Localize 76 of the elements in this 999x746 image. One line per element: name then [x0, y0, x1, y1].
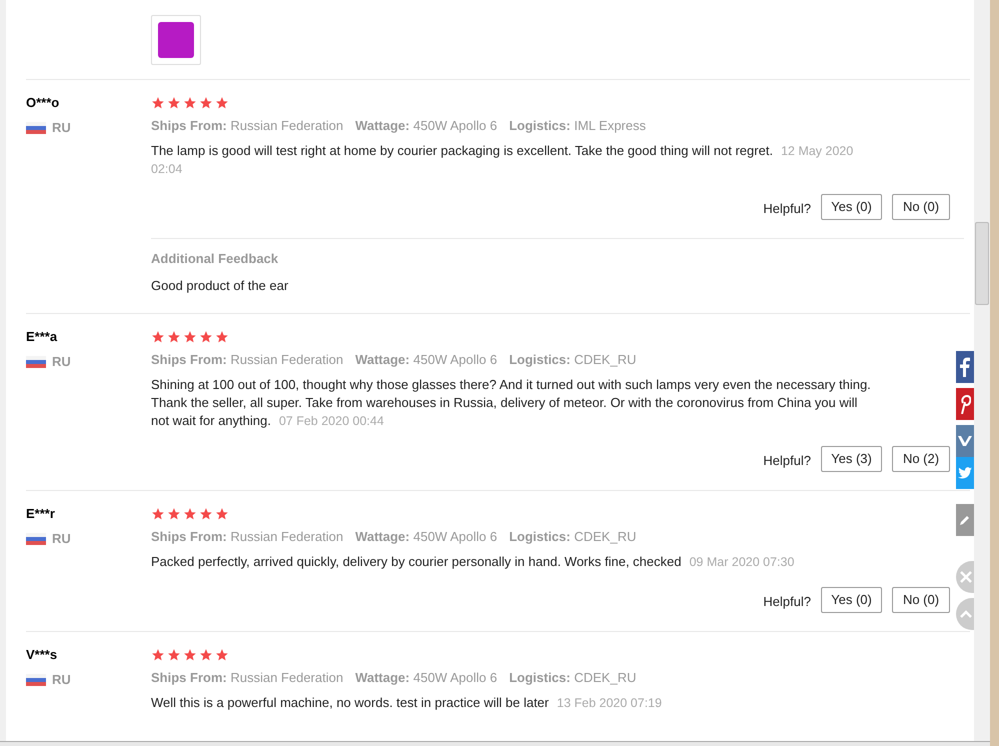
reviewer-name: O***o — [26, 94, 60, 112]
attribute-text: Ships From: Russian Federation — [151, 117, 344, 135]
star-icon — [183, 648, 197, 662]
chevron-up-icon — [960, 610, 972, 618]
review-text: Shining at 100 out of 100, thought why those glasses there? And it turned out with such lamps very even the necessary thing. Thank the seller, all super. Take from warehouses in Russia, delivery of meteor. Or with the coronovirus from China you will not wait for anything. 07 Feb 2020 00:44 — [151, 376, 871, 430]
country-code: RU — [52, 530, 71, 548]
star-icon — [215, 507, 229, 521]
twitter-share-button[interactable] — [956, 457, 974, 489]
facebook-share-button[interactable] — [956, 351, 974, 383]
country-code: RU — [52, 353, 71, 371]
reviewer-name: V***s — [26, 646, 58, 664]
pin-icon — [959, 394, 971, 414]
facebook-icon — [960, 357, 970, 377]
helpful-label: Helpful? — [763, 452, 811, 470]
close-icon — [960, 571, 972, 583]
no-button[interactable]: No (0) — [892, 194, 950, 220]
star-icon — [167, 96, 181, 110]
attribute-text: Wattage: 450W Apollo 6 — [355, 669, 498, 687]
reviewer-name: E***a — [26, 328, 58, 346]
helpful-label: Helpful? — [763, 593, 811, 612]
helpful-label: Helpful? — [763, 200, 811, 218]
yes-button[interactable]: Yes (3) — [821, 446, 882, 472]
star-icon — [183, 96, 197, 110]
horizontal-scrollbar[interactable] — [0, 741, 990, 746]
star-icon — [167, 507, 181, 521]
star-icon — [151, 648, 165, 662]
attribute-text: Logistics: CDEK_RU — [509, 528, 636, 546]
pencil-icon — [959, 514, 971, 526]
reviewer-name: E***r — [26, 505, 56, 523]
yes-button[interactable]: Yes (0) — [821, 194, 882, 220]
scrollbar-thumb[interactable] — [975, 222, 989, 305]
star-icon — [199, 330, 213, 344]
star-icon — [199, 96, 213, 110]
feedback-title: Additional Feedback — [151, 250, 280, 268]
country-code: RU — [52, 119, 71, 137]
attribute-text: Wattage: 450W Apollo 6 — [355, 351, 498, 369]
vk-share-button[interactable] — [956, 425, 974, 457]
country-code: RU — [52, 671, 71, 689]
star-icon — [167, 330, 181, 344]
v-icon — [958, 435, 972, 447]
attribute-text: Logistics: CDEK_RU — [509, 669, 636, 687]
flag-icon — [26, 122, 46, 134]
no-button[interactable]: No (0) — [892, 587, 950, 613]
star-icon — [199, 507, 213, 521]
attribute-text: Ships From: Russian Federation — [151, 669, 344, 687]
scroll-up-button[interactable] — [956, 598, 974, 630]
star-icon — [183, 330, 197, 344]
yes-button[interactable]: Yes (0) — [821, 587, 882, 613]
close-button[interactable] — [956, 561, 974, 593]
photo-placeholder[interactable] — [151, 15, 201, 65]
bird-icon — [958, 467, 972, 479]
flag-icon — [26, 356, 46, 368]
pinterest-share-button[interactable] — [956, 388, 974, 420]
review-text: Well this is a powerful machine, no words. test in practice will be later 13 Feb 2020 07:19 — [151, 694, 663, 712]
edit-button[interactable] — [956, 504, 974, 536]
star-icon — [215, 96, 229, 110]
attribute-text: Wattage: 450W Apollo 6 — [355, 528, 498, 546]
review-text: Packed perfectly, arrived quickly, delivery by courier personally in hand. Works fine, checked 09 Mar 2020 07:30 — [151, 553, 796, 571]
attribute-text: Logistics: CDEK_RU — [509, 351, 636, 369]
no-button[interactable]: No (2) — [892, 446, 950, 472]
star-icon — [167, 648, 181, 662]
review-text: The lamp is good will test right at home by courier packaging is excellent. Take the good thing will not regret. 12 May 2020 02:04 — [151, 142, 854, 178]
flag-icon — [26, 674, 46, 686]
star-icon — [215, 648, 229, 662]
feedback-text: Good product of the ear — [151, 277, 290, 295]
star-icon — [199, 648, 213, 662]
attribute-text: Wattage: 450W Apollo 6 — [355, 117, 498, 135]
star-icon — [151, 330, 165, 344]
star-icon — [151, 507, 165, 521]
attribute-text: Logistics: IML Express — [509, 117, 646, 135]
star-icon — [151, 96, 165, 110]
star-icon — [183, 507, 197, 521]
star-icon — [215, 330, 229, 344]
flag-icon — [26, 532, 46, 545]
attribute-text: Ships From: Russian Federation — [151, 351, 344, 369]
attribute-text: Ships From: Russian Federation — [151, 528, 344, 546]
